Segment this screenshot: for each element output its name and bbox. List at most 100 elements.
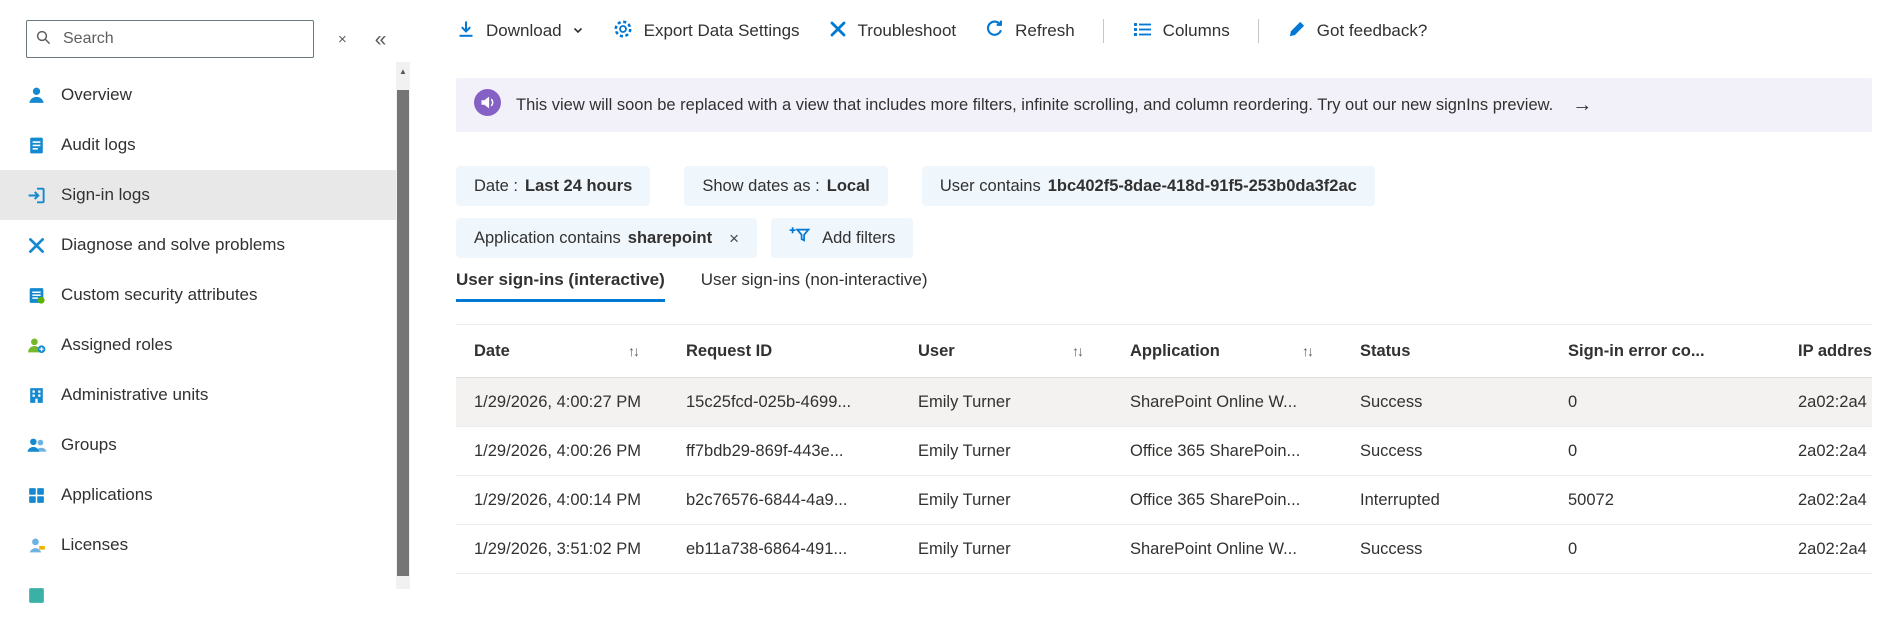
scroll-up-icon[interactable]: ▲ bbox=[396, 62, 410, 76]
table-row[interactable]: 1/29/2026, 3:51:02 PM eb11a738-6864-491.… bbox=[456, 525, 1872, 574]
sidebar-item-diagnose[interactable]: Diagnose and solve problems bbox=[0, 220, 396, 270]
clear-search-icon[interactable]: × bbox=[338, 31, 347, 48]
col-status-header: Status bbox=[1360, 341, 1411, 360]
scrollbar-thumb[interactable] bbox=[397, 90, 409, 576]
cell-ip: 2a02:2a4 bbox=[1798, 490, 1867, 509]
cell-request-id: eb11a738-6864-491... bbox=[686, 539, 848, 558]
tools-icon bbox=[26, 235, 47, 256]
sidebar-item-label: Administrative units bbox=[61, 385, 209, 404]
sidebar-item-label: Licenses bbox=[61, 535, 129, 554]
sidebar-scrollbar[interactable]: ▲ bbox=[396, 62, 410, 589]
cell-application: Office 365 SharePoin... bbox=[1130, 490, 1301, 509]
sidebar-item-label: Groups bbox=[61, 435, 117, 454]
table-row[interactable]: 1/29/2026, 4:00:26 PM ff7bdb29-869f-443e… bbox=[456, 427, 1872, 476]
tab-non-interactive[interactable]: User sign-ins (non-interactive) bbox=[701, 270, 928, 302]
sidebar-item-groups[interactable]: Groups bbox=[0, 420, 396, 470]
troubleshoot-button[interactable]: Troubleshoot bbox=[828, 19, 956, 44]
cell-date: 1/29/2026, 4:00:14 PM bbox=[474, 490, 641, 509]
download-button[interactable]: Download bbox=[456, 19, 584, 44]
filter-pill-user-contains[interactable]: User contains 1bc402f5-8dae-418d-91f5-25… bbox=[921, 166, 1375, 206]
toolbar-separator bbox=[1257, 19, 1259, 43]
col-user-header[interactable]: User ↑↓ bbox=[900, 342, 1112, 361]
search-input[interactable] bbox=[26, 20, 314, 58]
banner-text: This view will soon be replaced with a v… bbox=[516, 95, 1554, 114]
filter-bar: Date : Last 24 hours Show dates as : Loc… bbox=[456, 166, 1872, 258]
main-content: Download Export Data Settings Troublesho… bbox=[410, 0, 1887, 589]
table-row[interactable]: 1/29/2026, 4:00:27 PM 15c25fcd-025b-4699… bbox=[456, 378, 1872, 427]
cell-error-code: 0 bbox=[1568, 539, 1578, 558]
cell-request-id: 15c25fcd-025b-4699... bbox=[686, 392, 852, 411]
cell-ip: 2a02:2a4 bbox=[1798, 441, 1867, 460]
sign-in-table: Date ↑↓ Request ID User ↑↓ Application ↑… bbox=[456, 324, 1872, 574]
sidebar-item-custom-security-attributes[interactable]: Custom security attributes bbox=[0, 270, 396, 320]
cell-application: SharePoint Online W... bbox=[1130, 392, 1297, 411]
feedback-pencil-icon bbox=[1287, 19, 1307, 44]
table-header-row: Date ↑↓ Request ID User ↑↓ Application ↑… bbox=[456, 324, 1872, 378]
attributes-document-icon bbox=[26, 285, 47, 306]
cell-status: Interrupted bbox=[1360, 490, 1440, 509]
refresh-button[interactable]: Refresh bbox=[984, 18, 1075, 44]
table-row[interactable]: 1/29/2026, 4:00:14 PM b2c76576-6844-4a9.… bbox=[456, 476, 1872, 525]
cell-user: Emily Turner bbox=[918, 490, 1011, 509]
sort-icon: ↑↓ bbox=[1072, 343, 1084, 359]
arrow-right-icon[interactable]: → bbox=[1572, 94, 1592, 117]
app-root: × « Overview Audit logs Sign-in logs bbox=[0, 0, 1887, 603]
col-ip-header: IP addres... bbox=[1798, 341, 1872, 360]
filter-row-2: Application contains sharepoint × Add fi… bbox=[456, 218, 1872, 258]
cell-user: Emily Turner bbox=[918, 539, 1011, 558]
cell-ip: 2a02:2a4 bbox=[1798, 392, 1867, 411]
remove-filter-icon[interactable]: × bbox=[729, 230, 739, 247]
tab-interactive[interactable]: User sign-ins (interactive) bbox=[456, 270, 665, 302]
sidebar-nav: Overview Audit logs Sign-in logs Diagnos… bbox=[0, 70, 410, 620]
cell-date: 1/29/2026, 4:00:27 PM bbox=[474, 392, 641, 411]
sidebar-item-audit-logs[interactable]: Audit logs bbox=[0, 120, 396, 170]
sidebar-item-label: Sign-in logs bbox=[61, 185, 150, 204]
sidebar-item-assigned-roles[interactable]: Assigned roles bbox=[0, 320, 396, 370]
sidebar-item-administrative-units[interactable]: Administrative units bbox=[0, 370, 396, 420]
sidebar-item-sign-in-logs[interactable]: Sign-in logs bbox=[0, 170, 396, 220]
sidebar-item-applications[interactable]: Applications bbox=[0, 470, 396, 520]
sidebar-item-label: Overview bbox=[61, 85, 132, 104]
cell-error-code: 0 bbox=[1568, 441, 1578, 460]
sidebar-item-label: Custom security attributes bbox=[61, 285, 258, 304]
cell-ip: 2a02:2a4 bbox=[1798, 539, 1867, 558]
filter-pill-date[interactable]: Date : Last 24 hours bbox=[456, 166, 651, 206]
col-request-id-header: Request ID bbox=[686, 341, 773, 360]
export-data-settings-button[interactable]: Export Data Settings bbox=[612, 18, 800, 45]
license-person-icon bbox=[26, 535, 47, 556]
filter-pill-application-contains[interactable]: Application contains sharepoint × bbox=[456, 218, 758, 258]
chevron-down-icon bbox=[572, 21, 584, 41]
sidebar-item-label: Audit logs bbox=[61, 135, 136, 154]
sidebar-item-overview[interactable]: Overview bbox=[0, 70, 396, 120]
sidebar-item-label: Diagnose and solve problems bbox=[61, 235, 285, 254]
columns-button[interactable]: Columns bbox=[1132, 19, 1230, 44]
feedback-button[interactable]: Got feedback? bbox=[1287, 19, 1427, 44]
col-application-header[interactable]: Application ↑↓ bbox=[1112, 342, 1342, 361]
sidebar-search-row: × « bbox=[0, 0, 410, 58]
col-error-code-header: Sign-in error co... bbox=[1568, 341, 1705, 360]
sidebar-item-licenses[interactable]: Licenses bbox=[0, 520, 396, 570]
cell-request-id: b2c76576-6844-4a9... bbox=[686, 490, 848, 509]
partial-icon bbox=[26, 585, 47, 606]
collapse-sidebar-icon[interactable]: « bbox=[375, 29, 387, 50]
sign-in-icon bbox=[26, 185, 47, 206]
cell-status: Success bbox=[1360, 441, 1423, 460]
filter-row-1: Date : Last 24 hours Show dates as : Loc… bbox=[456, 166, 1872, 206]
sidebar-item-partial[interactable] bbox=[0, 570, 396, 620]
columns-icon bbox=[1132, 19, 1153, 44]
cell-application: SharePoint Online W... bbox=[1130, 539, 1297, 558]
toolbar: Download Export Data Settings Troublesho… bbox=[456, 0, 1872, 62]
cell-user: Emily Turner bbox=[918, 392, 1011, 411]
sidebar-item-label: Assigned roles bbox=[61, 335, 173, 354]
building-icon bbox=[26, 385, 47, 406]
document-icon bbox=[26, 135, 47, 156]
download-icon bbox=[456, 19, 476, 44]
add-filters-button[interactable]: Add filters bbox=[771, 218, 914, 258]
gear-icon bbox=[612, 18, 634, 45]
col-date-header[interactable]: Date ↑↓ bbox=[456, 342, 668, 361]
filter-pill-show-dates-as[interactable]: Show dates as : Local bbox=[684, 166, 888, 206]
preview-banner[interactable]: This view will soon be replaced with a v… bbox=[456, 78, 1872, 132]
search-box bbox=[26, 20, 314, 58]
toolbar-separator bbox=[1102, 19, 1104, 43]
sidebar-item-label: Applications bbox=[61, 485, 153, 504]
